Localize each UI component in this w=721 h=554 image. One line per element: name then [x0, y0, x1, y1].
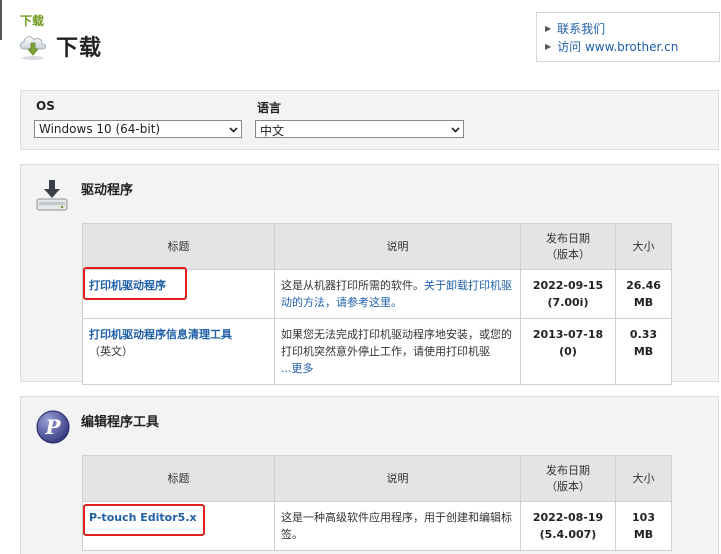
table-header-row: 标题 说明 发布日期 （版本） 大小: [82, 455, 672, 502]
editor-section-title: 编辑程序工具: [81, 415, 160, 430]
os-select[interactable]: Windows 10 (64-bit): [34, 120, 242, 138]
row-desc-text: 如果您无法完成打印机驱动程序地安装，或您的打印机突然意外停止工作，请使用打印机驱: [281, 328, 512, 358]
table-row: 打印机驱动程序信息清理工具 （英文） 如果您无法完成打印机驱动程序地安装，或您的…: [82, 318, 672, 385]
header-title: 标题: [82, 223, 275, 270]
visit-site-label: 访问 www.brother.cn: [557, 39, 679, 54]
p-touch-logo-icon: P: [36, 410, 70, 444]
row-date: 2013-07-18: [532, 328, 604, 341]
row-date: 2022-08-19: [532, 511, 604, 524]
drivers-table: 标题 说明 发布日期 （版本） 大小 打印机驱动程序 这是从机器打印所需的软件。…: [82, 223, 672, 385]
row-size-cell: 26.46 MB: [615, 269, 672, 319]
row-version: (5.4.007): [539, 528, 597, 541]
row-desc-cell: 如果您无法完成打印机驱动程序地安装，或您的打印机突然意外停止工作，请使用打印机驱…: [274, 318, 521, 385]
row-size-unit: MB: [633, 528, 654, 541]
header-date-line2: （版本）: [546, 479, 590, 493]
row-size-num: 0.33: [629, 328, 658, 341]
driver-download-icon: [36, 180, 68, 211]
chevron-right-icon: ▶: [545, 41, 552, 51]
row-desc-text: 这是从机器打印所需的软件。: [281, 279, 424, 292]
row-size-num: 103: [632, 511, 655, 524]
header-date: 发布日期 （版本）: [520, 455, 616, 502]
row-size-unit: MB: [633, 345, 654, 358]
row-desc-text: 这是一种高级软件应用程序，用于创建和编辑标签。: [281, 511, 512, 541]
contact-us-link[interactable]: ▶ 联系我们: [545, 19, 719, 37]
row-version: (0): [559, 345, 577, 358]
highlight-box-ptouch-editor: [83, 504, 205, 536]
chevron-down-icon: [451, 127, 460, 133]
left-rule: [0, 0, 2, 40]
language-select-value: 中文: [260, 124, 285, 138]
more-link[interactable]: ...更多: [281, 360, 514, 377]
chevron-right-icon: ▶: [545, 23, 552, 33]
row-size-num: 26.46: [626, 279, 661, 292]
highlight-box-printer-driver: [83, 267, 187, 300]
page-title: 下载: [56, 36, 103, 61]
row-size-unit: MB: [633, 296, 654, 309]
header-date: 发布日期 （版本）: [520, 223, 616, 270]
header-date-line2: （版本）: [546, 247, 590, 261]
header-desc: 说明: [274, 223, 521, 270]
row-version: (7.00i): [547, 296, 589, 309]
row-title-note: （英文）: [89, 345, 133, 358]
header-date-line1: 发布日期: [546, 231, 590, 245]
header-size: 大小: [615, 455, 672, 502]
row-title-cell: 打印机驱动程序信息清理工具 （英文）: [82, 318, 275, 385]
svg-text:P: P: [44, 415, 61, 439]
header-title: 标题: [82, 455, 275, 502]
header-desc: 说明: [274, 455, 521, 502]
header-date-line1: 发布日期: [546, 463, 590, 477]
os-language-panel: OS Windows 10 (64-bit) 语言 中文: [20, 90, 719, 150]
header-size: 大小: [615, 223, 672, 270]
row-date-cell: 2022-08-19 (5.4.007): [520, 501, 616, 551]
row-date-cell: 2013-07-18 (0): [520, 318, 616, 385]
cloud-download-icon: [19, 36, 47, 60]
visit-site-link[interactable]: ▶ 访问 www.brother.cn: [545, 37, 719, 55]
drivers-section-title: 驱动程序: [81, 183, 134, 198]
language-select[interactable]: 中文: [255, 120, 464, 138]
editor-table: 标题 说明 发布日期 （版本） 大小 P-touch Editor5.x 这是一…: [82, 455, 672, 551]
page-header: 下载: [18, 30, 102, 62]
os-label: OS: [36, 99, 55, 113]
breadcrumb[interactable]: 下载: [20, 12, 44, 29]
row-desc-cell: 这是从机器打印所需的软件。关于卸载打印机驱动的方法，请参考这里。: [274, 269, 521, 319]
side-links-box: ▶ 联系我们 ▶ 访问 www.brother.cn: [536, 12, 720, 62]
driver-cleanup-tool-link[interactable]: 打印机驱动程序信息清理工具: [89, 326, 268, 343]
contact-us-label: 联系我们: [557, 21, 606, 36]
row-date: 2022-09-15: [532, 279, 604, 292]
os-select-value: Windows 10 (64-bit): [39, 122, 161, 136]
row-date-cell: 2022-09-15 (7.00i): [520, 269, 616, 319]
row-desc-cell: 这是一种高级软件应用程序，用于创建和编辑标签。: [274, 501, 521, 551]
table-header-row: 标题 说明 发布日期 （版本） 大小: [82, 223, 672, 270]
row-size-cell: 103 MB: [615, 501, 672, 551]
language-label: 语言: [257, 101, 282, 115]
chevron-down-icon: [229, 127, 238, 133]
row-size-cell: 0.33 MB: [615, 318, 672, 385]
